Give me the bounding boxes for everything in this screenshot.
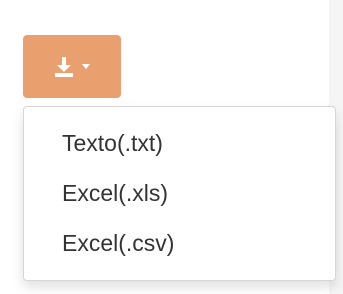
download-button[interactable] — [23, 35, 121, 98]
menu-item-excel-csv[interactable]: Excel(.csv) — [62, 229, 174, 257]
download-format-menu: Texto(.txt) Excel(.xls) Excel(.csv) — [23, 106, 336, 281]
menu-item-texto-txt[interactable]: Texto(.txt) — [62, 129, 163, 157]
caret-down-icon — [81, 63, 91, 71]
download-icon — [53, 55, 75, 79]
menu-item-excel-xls[interactable]: Excel(.xls) — [62, 179, 168, 207]
